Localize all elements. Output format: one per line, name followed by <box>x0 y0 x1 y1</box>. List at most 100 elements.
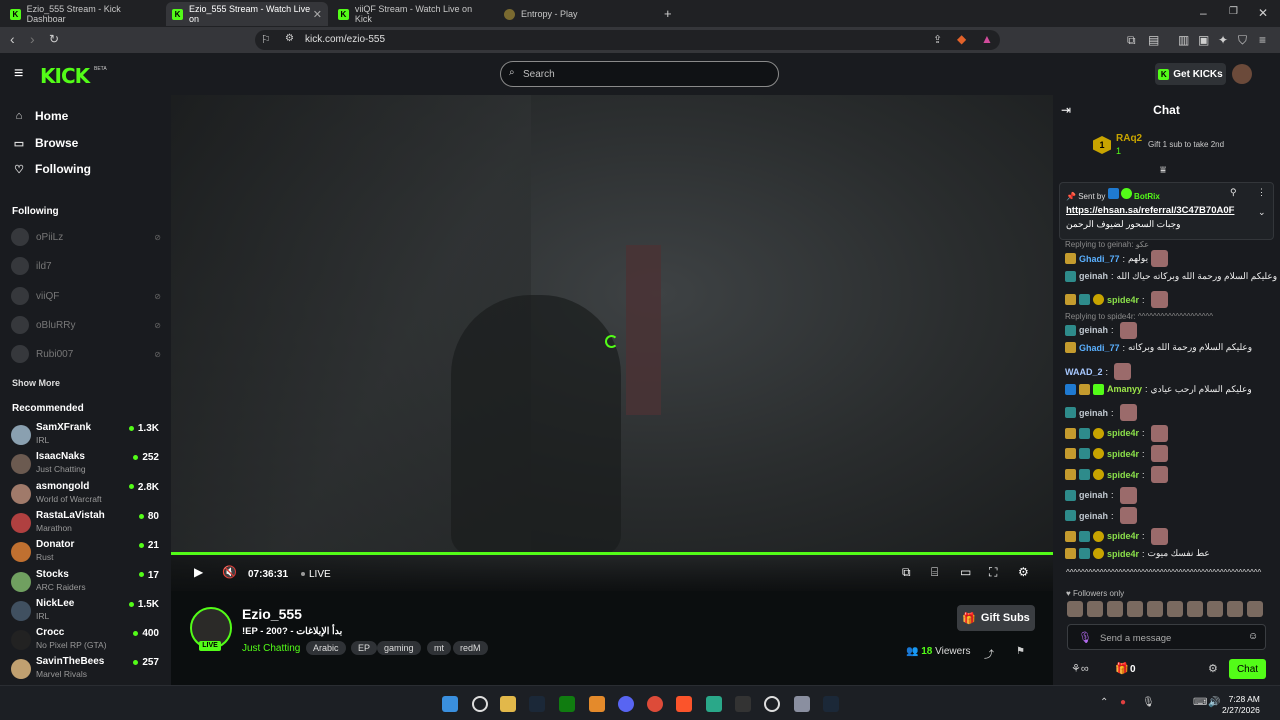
chat-username[interactable]: spide4r <box>1107 470 1139 480</box>
kick-logo[interactable]: KICK <box>40 64 90 88</box>
chat-message[interactable]: WAAD_2: <box>1065 363 1132 380</box>
following-item[interactable]: ild7 <box>11 255 161 277</box>
following-item[interactable]: oPiiLz ⊘ <box>11 226 161 248</box>
tag[interactable]: gaming <box>377 641 421 655</box>
emote[interactable] <box>1247 601 1263 617</box>
tab-viiqf-stream[interactable]: K viiQF Stream - Watch Live on Kick <box>332 2 496 26</box>
chat-username[interactable]: geinah <box>1079 408 1108 418</box>
tab-entropy[interactable]: Entropy - Play <box>498 2 658 26</box>
nav-following[interactable]: ♡ Following <box>12 162 91 176</box>
chat-settings-icon[interactable]: ⚙ <box>1208 662 1218 675</box>
chat-username[interactable]: geinah <box>1079 511 1108 521</box>
emote[interactable] <box>1067 601 1083 617</box>
leo-ai-icon[interactable]: ✦ <box>1218 33 1228 47</box>
close-icon[interactable]: ✕ <box>313 8 322 21</box>
epic-games-icon[interactable] <box>735 696 751 712</box>
system-clock[interactable]: 7:28 AM 2/27/2026 <box>1222 694 1260 716</box>
search-input[interactable]: ⌕ Search <box>500 61 779 87</box>
extensions-icon[interactable]: ⧉ <box>1127 33 1136 48</box>
brave-rewards-icon[interactable]: ▲ <box>981 32 993 46</box>
maximize-icon[interactable]: ❐ <box>1229 6 1238 17</box>
chat-message[interactable]: Ghadi_77: يولهم <box>1065 250 1169 267</box>
site-info-icon[interactable]: ⚙ <box>285 33 294 44</box>
chat-username[interactable]: geinah <box>1079 325 1108 335</box>
wallet-icon[interactable]: ▣ <box>1198 33 1209 47</box>
recommended-channel[interactable]: NickLee IRL 1.5K <box>11 598 161 624</box>
tab-kick-dashboard[interactable]: K Ezio_555 Stream - Kick Dashboar <box>4 2 164 26</box>
chat-username[interactable]: geinah <box>1079 490 1108 500</box>
emote[interactable] <box>1187 601 1203 617</box>
recommended-channel[interactable]: asmongold World of Warcraft 2.8K <box>11 481 161 507</box>
chat-message[interactable]: Amanyy: وعليكم السلام ارحب عيادي <box>1065 383 1252 395</box>
chat-message[interactable]: spide4r: <box>1065 466 1168 483</box>
minimize-icon[interactable]: – <box>1200 6 1207 20</box>
recommended-channel[interactable]: Donator Rust 21 <box>11 539 161 565</box>
chat-username[interactable]: spide4r <box>1107 428 1139 438</box>
reload-icon[interactable]: ↻ <box>49 32 59 46</box>
nav-home[interactable]: ⌂ Home <box>12 109 69 123</box>
xbox-icon[interactable] <box>559 696 575 712</box>
emoji-icon[interactable]: ☺ <box>1248 631 1258 642</box>
forward-icon[interactable]: › <box>30 31 35 47</box>
chat-username[interactable]: WAAD_2 <box>1065 367 1103 377</box>
window-close-icon[interactable]: ✕ <box>1258 6 1268 20</box>
following-item[interactable]: Rubi007 ⊘ <box>11 343 161 365</box>
settings-icon[interactable]: ⚙ <box>1018 565 1029 579</box>
chat-username[interactable]: spide4r <box>1107 449 1139 459</box>
microphone-icon[interactable]: 🎙 <box>1078 631 1092 644</box>
chat-username[interactable]: spide4r <box>1107 549 1139 559</box>
brave-icon[interactable] <box>676 696 692 712</box>
gift-icon[interactable]: 🎁 <box>1115 662 1129 675</box>
brave-shields-icon[interactable]: ◆ <box>957 32 966 46</box>
tray-icon[interactable]: ● <box>1120 697 1126 708</box>
filter-icon[interactable]: ⩸ <box>1160 165 1166 176</box>
network-icon[interactable]: ⌨ <box>1193 697 1207 708</box>
chat-message[interactable]: geinah: وعليكم السلام ورحمة الله وبركاته … <box>1065 270 1277 282</box>
reader-icon[interactable]: ▤ <box>1148 33 1159 47</box>
theater-mode-icon[interactable]: ▭ <box>960 565 971 579</box>
tag[interactable]: mt <box>427 641 451 655</box>
chat-username[interactable]: Ghadi_77 <box>1079 254 1120 264</box>
recommended-channel[interactable]: IsaacNaks Just Chatting 252 <box>11 451 161 477</box>
chat-username[interactable]: Ghadi_77 <box>1079 343 1120 353</box>
microphone-icon[interactable]: 🎙 <box>1142 697 1155 708</box>
menu-icon[interactable]: ≡ <box>1259 33 1266 47</box>
user-avatar[interactable] <box>1232 64 1252 84</box>
tag[interactable]: redM <box>453 641 488 655</box>
chat-username[interactable]: spide4r <box>1107 295 1139 305</box>
mute-icon[interactable]: 🔇 <box>222 565 237 579</box>
pin-toggle-icon[interactable]: ⚲ <box>1230 187 1237 198</box>
chat-input[interactable]: 🎙 Send a message ☺ <box>1067 624 1266 650</box>
chevron-down-icon[interactable]: ⌄ <box>1258 207 1266 218</box>
back-icon[interactable]: ‹ <box>10 31 15 47</box>
emote[interactable] <box>1207 601 1223 617</box>
chat-message[interactable]: spide4r: <box>1065 445 1168 463</box>
emote[interactable] <box>1127 601 1143 617</box>
app-icon[interactable] <box>764 696 780 712</box>
chat-username[interactable]: geinah <box>1079 271 1108 281</box>
chevron-up-icon[interactable]: ⌃ <box>1100 697 1108 708</box>
play-icon[interactable]: ▶ <box>194 565 203 579</box>
pinned-message[interactable]: 📌 Sent by BotRix ⚲ ⋮ https://ehsan.sa/re… <box>1059 182 1274 240</box>
app-icon[interactable] <box>589 696 605 712</box>
hamburger-menu-icon[interactable]: ≡ <box>14 65 23 83</box>
chat-message[interactable]: geinah: <box>1065 321 1137 339</box>
chat-message[interactable]: geinah: <box>1065 404 1137 422</box>
chat-message[interactable]: geinah: <box>1065 486 1137 504</box>
clip-icon[interactable]: ⌸ <box>931 565 938 580</box>
nav-browse[interactable]: ▭ Browse <box>12 136 79 150</box>
discord-icon[interactable] <box>618 696 634 712</box>
chat-message[interactable]: spide4r: <box>1065 291 1168 309</box>
channel-points-icon[interactable]: ⚘∞ <box>1071 662 1089 675</box>
pinned-link[interactable]: https://ehsan.sa/referral/3C47B70A0F <box>1066 205 1234 216</box>
tag[interactable]: EP <box>351 641 378 655</box>
chat-message[interactable]: Ghadi_77: وعليكم السلام ورحمة الله وبركات… <box>1065 342 1252 354</box>
miniplayer-icon[interactable]: ⧉ <box>902 565 911 580</box>
send-chat-button[interactable]: Chat <box>1229 659 1266 679</box>
chrome-icon[interactable] <box>647 696 663 712</box>
tab-ezio-stream[interactable]: K Ezio_555 Stream - Watch Live on ✕ <box>166 2 328 26</box>
following-item[interactable]: viiQF ⊘ <box>11 285 161 307</box>
new-tab-icon[interactable]: + <box>664 6 672 21</box>
recommended-channel[interactable]: SavinTheBees Marvel Rivals 257 <box>11 656 161 682</box>
channel-name[interactable]: Ezio_555 <box>242 606 302 622</box>
